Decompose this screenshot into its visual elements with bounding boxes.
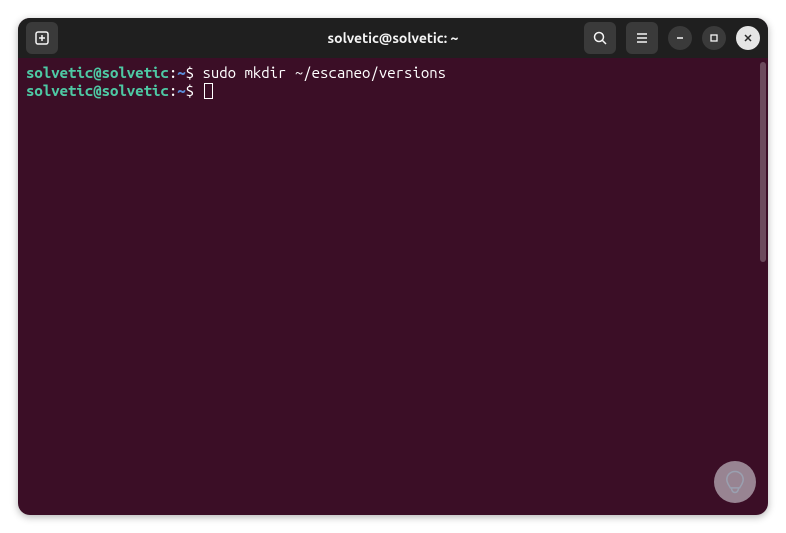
titlebar: solvetic@solvetic: ~ xyxy=(18,18,768,58)
maximize-button[interactable] xyxy=(702,26,726,50)
new-tab-icon xyxy=(34,30,50,46)
search-button[interactable] xyxy=(584,22,616,54)
prompt-separator: : xyxy=(169,64,177,81)
minimize-button[interactable] xyxy=(668,26,692,50)
watermark-logo xyxy=(714,461,756,503)
prompt-dollar: $ xyxy=(186,64,203,81)
close-button[interactable] xyxy=(736,26,760,50)
hamburger-icon xyxy=(634,30,650,46)
prompt-user: solvetic@solvetic xyxy=(26,82,169,99)
terminal-body[interactable]: solvetic@solvetic:~$ sudo mkdir ~/escane… xyxy=(18,58,768,515)
lightbulb-icon xyxy=(721,468,749,496)
terminal-line: solvetic@solvetic:~$ sudo mkdir ~/escane… xyxy=(26,64,760,82)
prompt-separator: : xyxy=(169,82,177,99)
scrollbar-thumb[interactable] xyxy=(760,62,766,262)
terminal-line: solvetic@solvetic:~$ xyxy=(26,82,760,100)
command-text: sudo mkdir ~/escaneo/versions xyxy=(202,64,446,81)
prompt-path: ~ xyxy=(177,64,185,81)
search-icon xyxy=(592,30,608,46)
prompt-path: ~ xyxy=(177,82,185,99)
window-title: solvetic@solvetic: ~ xyxy=(328,30,459,46)
titlebar-left xyxy=(26,22,58,54)
cursor xyxy=(204,83,213,99)
close-icon xyxy=(742,32,754,44)
minimize-icon xyxy=(674,32,686,44)
prompt-user: solvetic@solvetic xyxy=(26,64,169,81)
prompt-dollar: $ xyxy=(186,82,203,99)
menu-button[interactable] xyxy=(626,22,658,54)
titlebar-right xyxy=(584,22,760,54)
terminal-window: solvetic@solvetic: ~ xyxy=(18,18,768,515)
maximize-icon xyxy=(708,32,720,44)
new-tab-button[interactable] xyxy=(26,22,58,54)
